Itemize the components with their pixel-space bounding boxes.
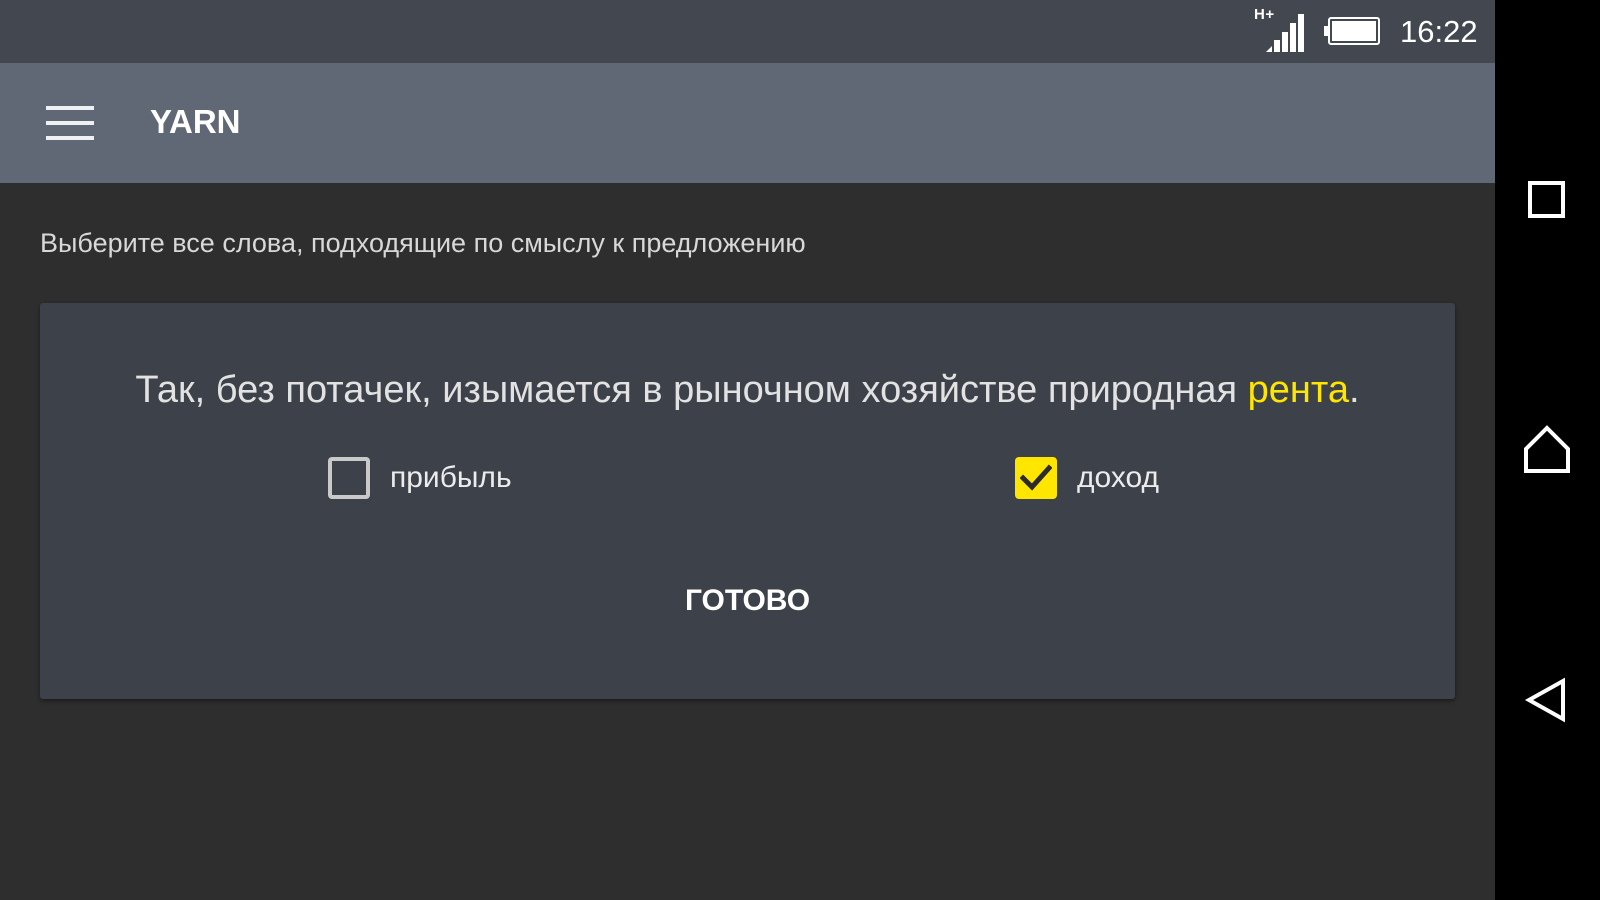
checkbox-unchecked[interactable]	[328, 457, 370, 499]
home-button[interactable]	[1517, 420, 1577, 480]
app-toolbar: YARN	[0, 63, 1495, 183]
question-sentence: Так, без потачек, изымается в рыночном х…	[40, 369, 1455, 412]
checkbox-checked[interactable]	[1015, 457, 1057, 499]
sentence-end: .	[1349, 369, 1360, 411]
status-bar: H+ 16:22	[0, 0, 1495, 63]
option-label: прибыль	[390, 461, 512, 494]
task-instruction: Выберите все слова, подходящие по смыслу…	[40, 228, 806, 258]
option-label: доход	[1077, 461, 1160, 494]
signal-indicator: H+	[1254, 6, 1306, 52]
app-title: YARN	[150, 103, 241, 140]
checkmark-icon	[1020, 464, 1052, 491]
hamburger-menu-icon[interactable]	[46, 106, 94, 140]
recents-button[interactable]	[1517, 170, 1577, 230]
home-icon	[1524, 425, 1570, 473]
signal-icon	[1266, 14, 1304, 52]
battery-icon	[1324, 17, 1380, 45]
back-button[interactable]	[1517, 670, 1577, 730]
highlighted-word: рента	[1247, 369, 1350, 411]
system-navigation-bar	[1495, 0, 1600, 900]
sentence-text: Так, без потачек, изымается в рыночном х…	[135, 369, 1248, 411]
recents-icon	[1528, 181, 1565, 218]
question-card: Так, без потачек, изымается в рыночном х…	[40, 303, 1455, 699]
back-icon	[1524, 677, 1565, 723]
done-button[interactable]: ГОТОВО	[660, 571, 835, 631]
app-screen: H+ 16:22 YARN Выберите все слова, подход…	[0, 0, 1495, 900]
status-clock: 16:22	[1400, 14, 1478, 49]
